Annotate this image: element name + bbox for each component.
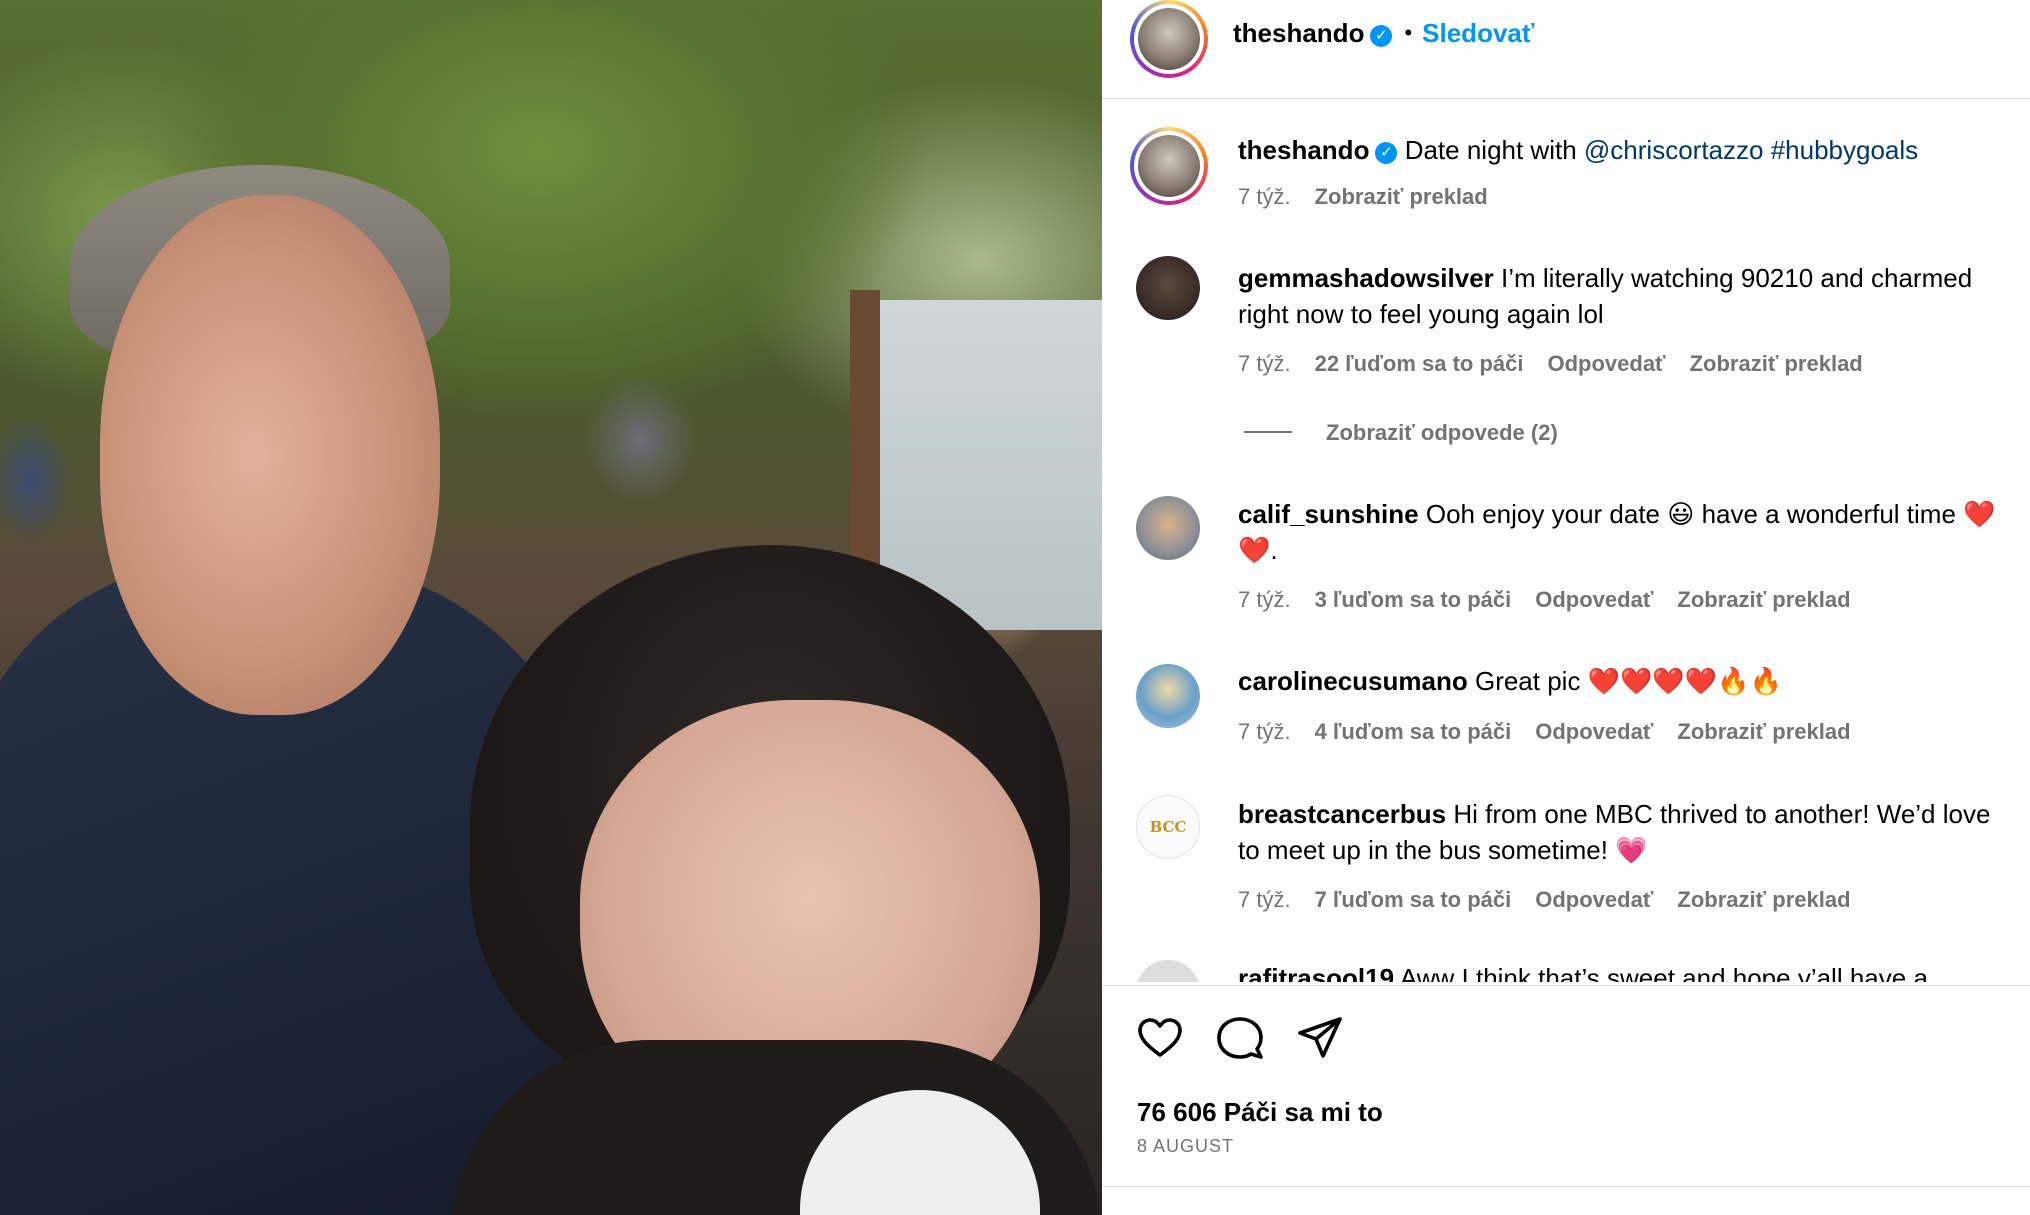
speech-bubble-icon[interactable] [1216, 1014, 1264, 1062]
comment-translate-button[interactable]: Zobraziť preklad [1677, 887, 1850, 912]
comment-meta: 7 týž. 7 ľuďom sa to páči Odpovedať Zobrazi… [1238, 887, 1875, 913]
comment-time[interactable]: 7 týž. [1238, 587, 1291, 612]
comment-translate-button[interactable]: Zobraziť preklad [1677, 719, 1850, 744]
photo-man-face [100, 195, 440, 715]
comment-username[interactable]: carolinecusumano [1238, 666, 1468, 696]
header-username[interactable]: theshando [1233, 18, 1364, 48]
comment-translate-button[interactable]: Zobraziť preklad [1690, 351, 1863, 376]
comment-likes-count[interactable]: 4 ľuďom sa to páči [1315, 719, 1512, 744]
caption-username[interactable]: theshando [1238, 135, 1369, 165]
comment-time[interactable]: 7 týž. [1238, 887, 1291, 912]
comment-item: calif_sunshine Ooh enjoy your date 😃 hav… [1238, 496, 2008, 568]
caption-avatar[interactable] [1130, 127, 1208, 205]
comment-username[interactable]: gemmashadowsilver [1238, 263, 1494, 293]
verified-badge-icon: ✓ [1375, 142, 1398, 164]
comment-time[interactable]: 7 týž. [1238, 351, 1291, 376]
caption-time[interactable]: 7 týž. [1238, 184, 1291, 209]
separator-dot: • [1404, 20, 1413, 45]
comment-meta: 7 týž. 3 ľuďom sa to páči Odpovedať Zobrazi… [1238, 587, 1875, 613]
header-divider [1102, 98, 2030, 99]
comment-avatar[interactable] [1136, 256, 1200, 320]
footer-divider [1102, 1186, 2030, 1187]
comment-item: carolinecusumano Great pic ❤️❤️❤️❤️🔥🔥 [1238, 663, 2008, 699]
comment-meta: 7 týž. 4 ľuďom sa to páči Odpovedať Zobrazi… [1238, 719, 1875, 745]
comment-username[interactable]: breastcancerbus [1238, 799, 1446, 829]
caption-translate-button[interactable]: Zobraziť preklad [1315, 184, 1488, 209]
comment-username[interactable]: rafitrasool19 [1238, 963, 1394, 982]
comment-likes-count[interactable]: 7 ľuďom sa to páči [1315, 887, 1512, 912]
replies-line [1244, 431, 1292, 433]
view-replies-button[interactable]: Zobraziť odpovede (2) [1244, 420, 1558, 446]
follow-button[interactable]: Sledovať [1422, 18, 1534, 48]
header-row: theshando ✓ • Sledovať [1233, 18, 1534, 49]
caption-text: Date night with [1404, 135, 1577, 165]
verified-badge-icon: ✓ [1370, 25, 1393, 47]
paper-plane-icon[interactable] [1296, 1014, 1344, 1062]
caption-meta: 7 týž. Zobraziť preklad [1238, 184, 1512, 210]
comment-text: Great pic ❤️❤️❤️❤️🔥🔥 [1474, 666, 1782, 696]
caption-avatar-image [1138, 135, 1200, 197]
comment-translate-button[interactable]: Zobraziť preklad [1677, 587, 1850, 612]
view-replies-label: Zobraziť odpovede (2) [1326, 420, 1558, 445]
post-date[interactable]: 8 AUGUST [1137, 1136, 1234, 1157]
comment-avatar[interactable] [1136, 496, 1200, 560]
comment-meta: 7 týž. 22 ľuďom sa to páči Odpovedať Zobraz… [1238, 351, 1887, 377]
comment-username[interactable]: calif_sunshine [1238, 499, 1419, 529]
heart-icon[interactable] [1136, 1014, 1184, 1062]
post-header: theshando ✓ • Sledovať [1133, 0, 2013, 74]
caption-hashtag-link[interactable]: #hubbygoals [1771, 135, 1918, 165]
post-photo[interactable] [0, 0, 1102, 1215]
comment-text: Aww I think that’s sweet and hope y’all … [1399, 963, 1928, 982]
comment-time[interactable]: 7 týž. [1238, 719, 1291, 744]
comment-item: breastcancerbus Hi from one MBC thrived … [1238, 796, 2008, 868]
actions-divider [1102, 985, 2030, 986]
comment-avatar[interactable] [1136, 664, 1200, 728]
likes-count[interactable]: 76 606 Páči sa mi to [1137, 1097, 1383, 1128]
comment-likes-count[interactable]: 22 ľuďom sa to páči [1315, 351, 1524, 376]
comment-reply-button[interactable]: Odpovedať [1535, 587, 1653, 612]
comment-likes-count[interactable]: 3 ľuďom sa to páči [1315, 587, 1512, 612]
comment-reply-button[interactable]: Odpovedať [1547, 351, 1665, 376]
caption: theshando ✓ Date night with @chriscortazz… [1238, 132, 2008, 168]
comment-reply-button[interactable]: Odpovedať [1535, 887, 1653, 912]
comment-reply-button[interactable]: Odpovedať [1535, 719, 1653, 744]
caption-mention-link[interactable]: @chriscortazzo [1584, 135, 1764, 165]
comment-item-clipped: rafitrasool19 Aww I think that’s sweet a… [1238, 960, 1998, 982]
comment-item: gemmashadowsilver I’m literally watching… [1238, 260, 2008, 332]
comment-avatar[interactable]: BCC [1136, 795, 1200, 859]
